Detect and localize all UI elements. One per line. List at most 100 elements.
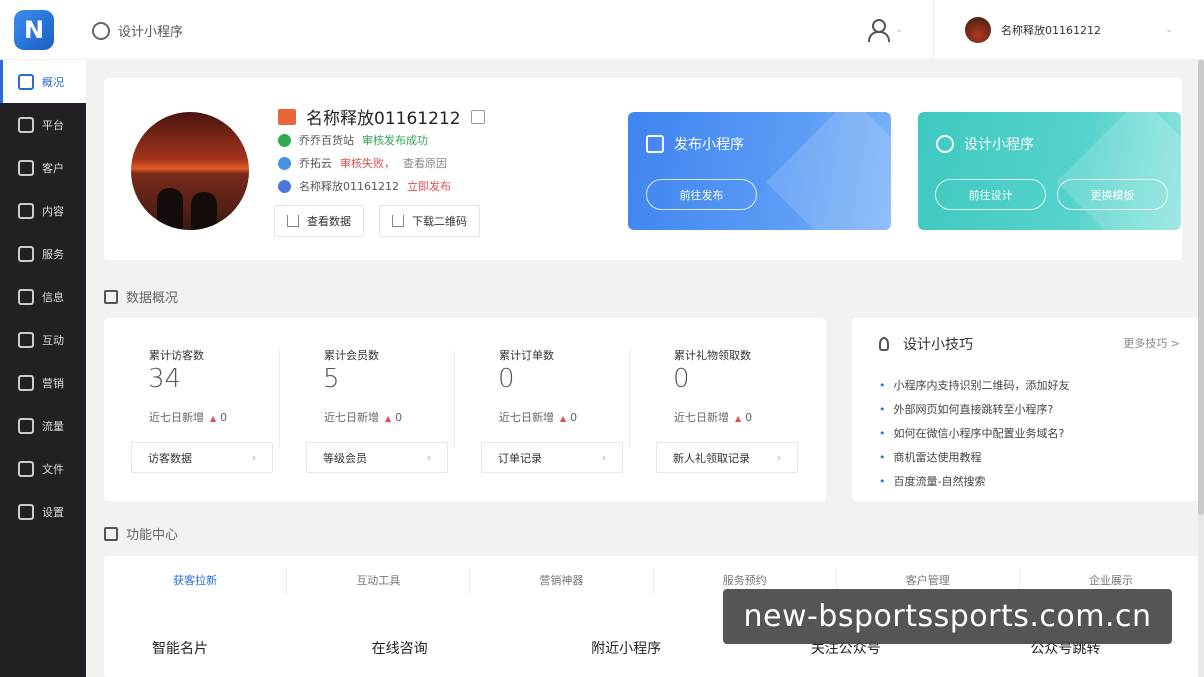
recent-value: 0 bbox=[220, 411, 228, 424]
tips-title-text: 设计小技巧 bbox=[903, 337, 973, 353]
stat-label: 累计会员数 bbox=[324, 349, 379, 362]
account-chevron-icon[interactable]: ⌄ bbox=[1165, 24, 1173, 35]
account-menu[interactable]: 名称释放01161212 bbox=[965, 17, 1101, 43]
more-tips-link[interactable]: 更多技巧 > bbox=[1123, 335, 1180, 351]
chart-icon bbox=[18, 73, 34, 90]
tip-item[interactable]: 小程序内支持识别二维码，添加好友 bbox=[879, 379, 1070, 403]
user-icon bbox=[18, 159, 34, 176]
go-design-button[interactable]: 前往设计 bbox=[935, 179, 1046, 210]
tip-item[interactable]: 百度流量-自然搜索 bbox=[879, 475, 1070, 499]
breadcrumb: 设计小程序 bbox=[92, 21, 183, 40]
button-label: 访客数据 bbox=[148, 451, 192, 465]
service-icon bbox=[18, 245, 34, 262]
stats-card: 累计访客数 34 近七日新增 ▲ 0 访客数据 › 累计会员数 5 近七日新增 ▲ 0 等级会员 › 累计订… bbox=[104, 318, 826, 501]
sidebar-item[interactable]: 营销 bbox=[0, 361, 86, 404]
mini-program-icon bbox=[278, 108, 296, 125]
go-publish-button[interactable]: 前往发布 bbox=[646, 179, 757, 210]
stat-recent: 近七日新增 ▲ 0 bbox=[499, 409, 577, 425]
layers-icon bbox=[18, 116, 34, 133]
stat-detail-button[interactable]: 新人礼领取记录 › bbox=[656, 442, 798, 473]
stat-value: 0 bbox=[498, 364, 515, 394]
banner-title-text: 发布小程序 bbox=[674, 137, 744, 153]
trend-up-icon: ▲ bbox=[735, 414, 742, 423]
stat-label: 累计礼物领取数 bbox=[674, 349, 751, 362]
sidebar-item[interactable]: 信息 bbox=[0, 275, 86, 318]
tip-item[interactable]: 如何在微信小程序中配置业务域名? bbox=[879, 427, 1070, 451]
chevron-right-icon: › bbox=[776, 451, 781, 464]
recent-label: 近七日新增 bbox=[149, 411, 204, 424]
platform-name: 乔乔百货站 bbox=[299, 134, 354, 147]
platform-row: 乔拓云 审核失败， 查看原因 bbox=[278, 155, 447, 171]
section-label: 数据概况 bbox=[126, 291, 179, 306]
stat-block: 累计订单数 0 近七日新增 ▲ 0 订单记录 › bbox=[454, 318, 629, 501]
tab-acquire[interactable]: 获客拉新 bbox=[104, 568, 288, 594]
breadcrumb-label: 设计小程序 bbox=[118, 25, 184, 40]
function-item[interactable]: 智能名片 bbox=[104, 638, 324, 658]
banner-title: 设计小程序 bbox=[936, 134, 1034, 154]
download-qr-button[interactable]: 下载二维码 bbox=[379, 205, 480, 237]
banner-title-text: 设计小程序 bbox=[964, 137, 1034, 153]
app-logo[interactable]: N bbox=[14, 10, 54, 50]
sidebar-item[interactable]: 内容 bbox=[0, 189, 86, 232]
trend-up-icon: ▲ bbox=[385, 414, 392, 423]
change-template-button[interactable]: 更换模板 bbox=[1057, 179, 1168, 210]
design-icon bbox=[92, 21, 110, 40]
sidebar-item[interactable]: 概况 bbox=[0, 60, 86, 103]
sidebar-item[interactable]: 互动 bbox=[0, 318, 86, 361]
view-reason-link[interactable]: 查看原因 bbox=[403, 155, 447, 171]
scrollbar-thumb[interactable] bbox=[1198, 60, 1204, 515]
stat-block: 累计礼物领取数 0 近七日新增 ▲ 0 新人礼领取记录 › bbox=[629, 318, 804, 501]
chevron-right-icon: › bbox=[251, 451, 256, 464]
stat-label: 累计访客数 bbox=[149, 349, 204, 362]
tab-marketing[interactable]: 营销神器 bbox=[470, 568, 654, 594]
function-item[interactable]: 在线咨询 bbox=[324, 638, 544, 658]
tip-item[interactable]: 商机雷达使用教程 bbox=[879, 451, 1070, 475]
stat-detail-button[interactable]: 访客数据 › bbox=[131, 442, 273, 473]
sidebar-item[interactable]: 设置 bbox=[0, 490, 86, 533]
button-label: 查看数据 bbox=[307, 215, 351, 228]
tips-title: 设计小技巧 bbox=[879, 334, 973, 354]
data-overview-title: 数据概况 bbox=[104, 287, 178, 306]
sidebar-item[interactable]: 流量 bbox=[0, 404, 86, 447]
publish-now-link[interactable]: 立即发布 bbox=[407, 178, 451, 194]
button-label: 前往发布 bbox=[679, 188, 724, 202]
stat-detail-button[interactable]: 订单记录 › bbox=[481, 442, 623, 473]
upload-icon bbox=[646, 135, 664, 153]
stat-label: 累计订单数 bbox=[499, 349, 554, 362]
megaphone-icon bbox=[18, 417, 34, 434]
folder-icon bbox=[18, 460, 34, 477]
trend-up-icon: ▲ bbox=[210, 414, 217, 423]
edit-icon[interactable] bbox=[470, 109, 485, 124]
tag-icon bbox=[18, 374, 34, 391]
decoration bbox=[766, 112, 891, 230]
sidebar-item[interactable]: 服务 bbox=[0, 232, 86, 275]
recent-label: 近七日新增 bbox=[674, 411, 729, 424]
divider bbox=[279, 348, 280, 448]
sidebar-item[interactable]: 平台 bbox=[0, 103, 86, 146]
sidebar-item[interactable]: 客户 bbox=[0, 146, 86, 189]
sidebar-item[interactable]: 文件 bbox=[0, 447, 86, 490]
recent-label: 近七日新增 bbox=[324, 411, 379, 424]
document-icon bbox=[18, 202, 34, 219]
chevron-right-icon: › bbox=[601, 451, 606, 464]
top-bar: N 设计小程序 ⌄ 名称释放01161212 ⌄ bbox=[0, 0, 1204, 60]
sidebar-item-label: 营销 bbox=[42, 376, 64, 390]
user-icon[interactable] bbox=[866, 19, 890, 42]
status-text: 审核发布成功 bbox=[362, 134, 428, 147]
tip-item[interactable]: 外部网页如何直接跳转至小程序? bbox=[879, 403, 1070, 427]
view-data-button[interactable]: 查看数据 bbox=[274, 205, 364, 237]
stat-detail-button[interactable]: 等级会员 › bbox=[306, 442, 448, 473]
design-banner: 设计小程序 前往设计 更换模板 bbox=[918, 112, 1181, 230]
grid-icon bbox=[104, 526, 118, 541]
divider bbox=[933, 0, 934, 60]
recent-label: 近七日新增 bbox=[499, 411, 554, 424]
platform-row: 名称释放01161212 立即发布 bbox=[278, 178, 451, 194]
chevron-down-icon[interactable]: ⌄ bbox=[895, 24, 903, 35]
silhouette bbox=[191, 192, 217, 230]
scrollbar[interactable] bbox=[1198, 60, 1204, 677]
sidebar-item-label: 信息 bbox=[42, 290, 64, 304]
button-label: 新人礼领取记录 bbox=[673, 451, 750, 465]
sidebar-item-label: 服务 bbox=[42, 247, 64, 261]
tab-interaction[interactable]: 互动工具 bbox=[287, 568, 471, 594]
tips-card: 设计小技巧 更多技巧 > 小程序内支持识别二维码，添加好友 外部网页如何直接跳转… bbox=[852, 318, 1202, 501]
